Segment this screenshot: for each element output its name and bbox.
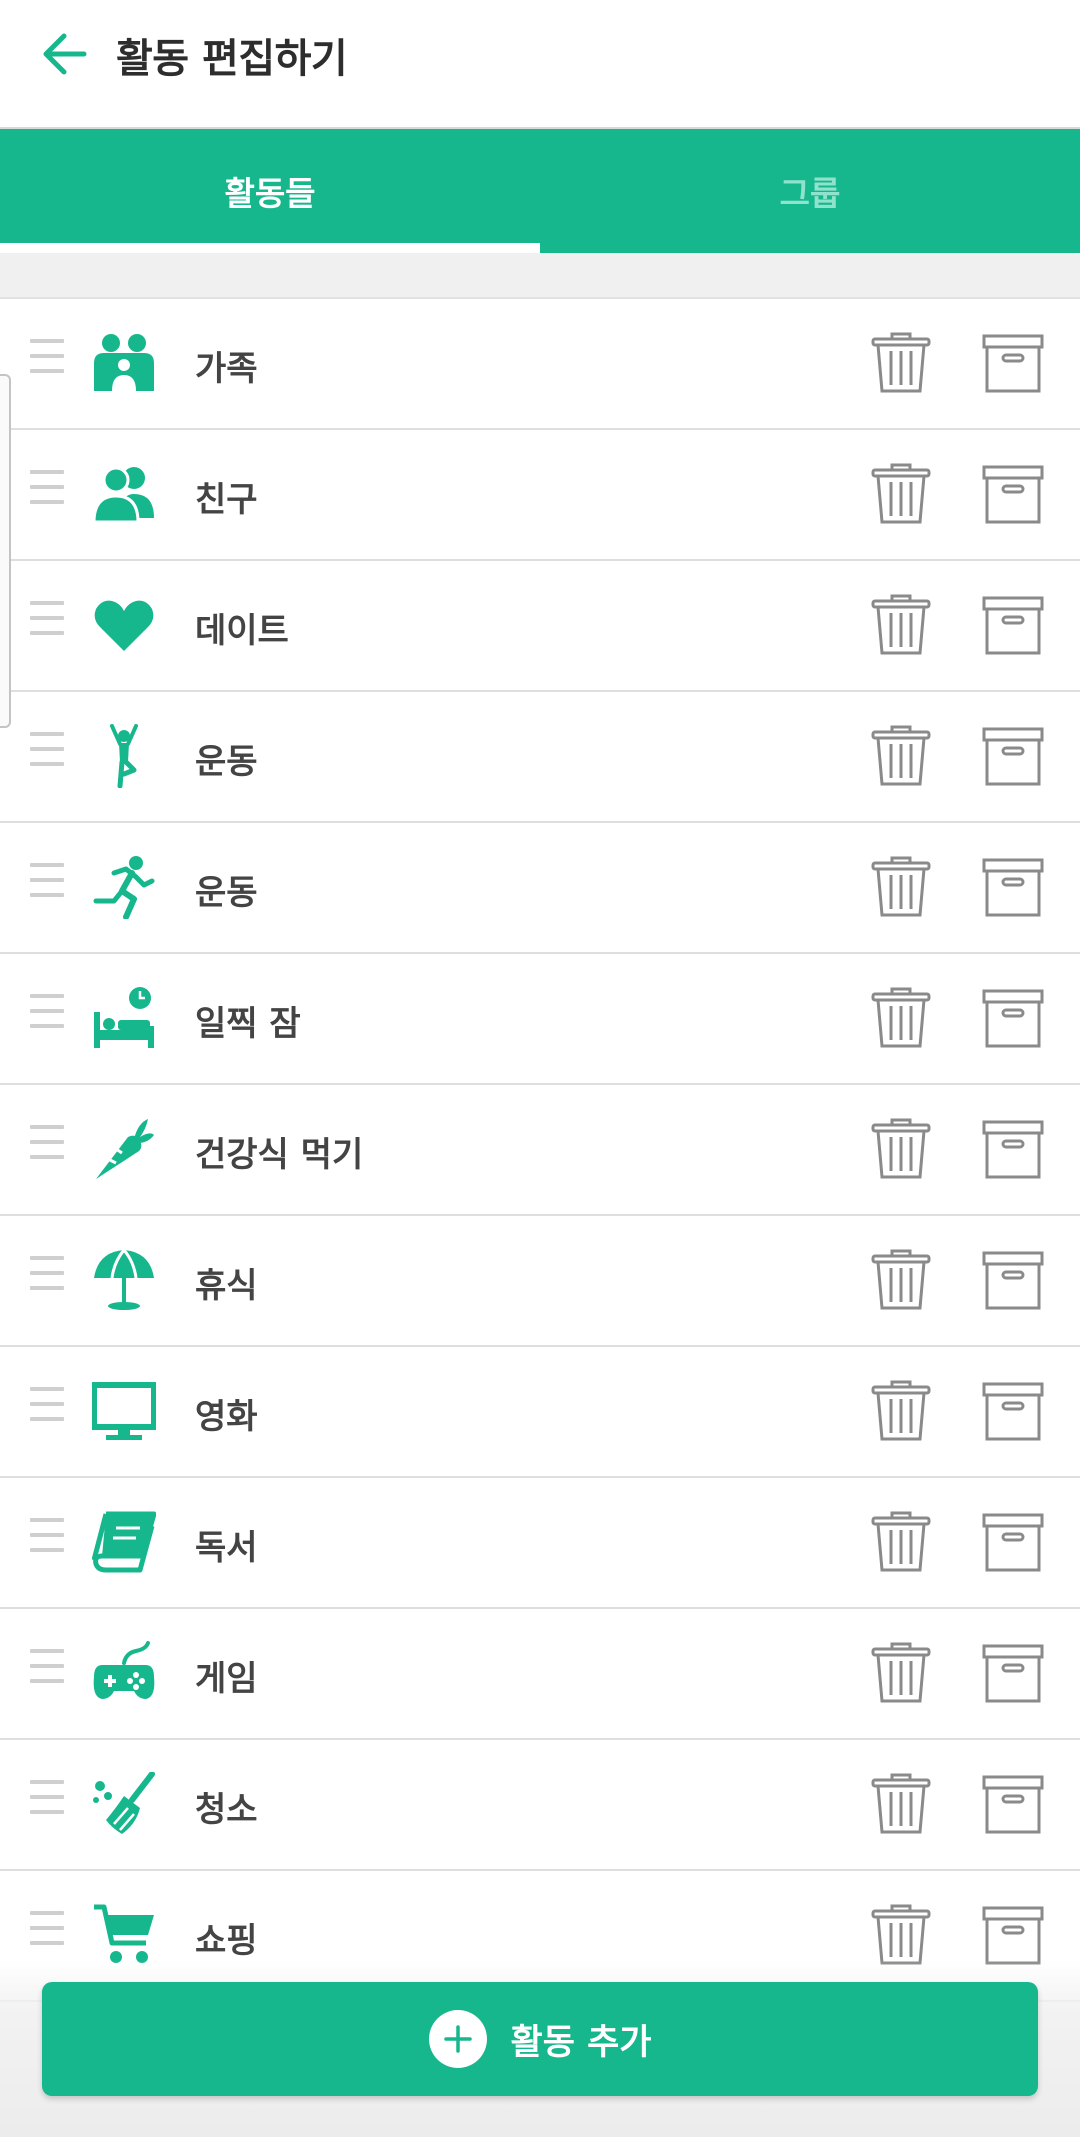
- activity-label: 건강식 먹기: [195, 1135, 364, 1175]
- beach-umbrella-icon: [94, 1249, 154, 1310]
- archive-icon[interactable]: [982, 1119, 1044, 1179]
- trash-icon[interactable]: [870, 1117, 932, 1181]
- trash-icon[interactable]: [870, 855, 932, 919]
- activity-label: 데이트: [195, 611, 289, 651]
- book-icon: [92, 1511, 156, 1573]
- activity-label: 게임: [195, 1659, 258, 1699]
- activity-label: 휴식: [195, 1266, 258, 1306]
- yoga-icon: [110, 724, 138, 788]
- cart-icon: [94, 1904, 154, 1963]
- drag-handle-icon[interactable]: [30, 732, 64, 776]
- list-item[interactable]: 독서: [0, 1478, 1080, 1609]
- activity-label: 운동: [195, 742, 258, 782]
- tab-groups[interactable]: 그룹: [540, 129, 1080, 253]
- list-spacer: [0, 253, 1080, 299]
- list-item[interactable]: 일찍 잠: [0, 954, 1080, 1085]
- drag-handle-icon[interactable]: [30, 601, 64, 645]
- archive-icon[interactable]: [982, 1381, 1044, 1441]
- activity-label: 일찍 잠: [195, 1004, 301, 1044]
- drag-handle-icon[interactable]: [30, 1649, 64, 1693]
- archive-icon[interactable]: [982, 333, 1044, 393]
- trash-icon[interactable]: [870, 1510, 932, 1574]
- running-icon: [93, 856, 155, 919]
- trash-icon[interactable]: [870, 1379, 932, 1443]
- back-button[interactable]: [32, 22, 96, 86]
- add-activity-label: 활동 추가: [510, 2022, 652, 2063]
- list-item[interactable]: 게임: [0, 1609, 1080, 1740]
- tab-indicator: [0, 243, 540, 253]
- archive-icon[interactable]: [982, 595, 1044, 655]
- list-item[interactable]: 영화: [0, 1347, 1080, 1478]
- broom-icon: [93, 1772, 155, 1834]
- carrot-icon: [96, 1119, 154, 1179]
- list-item[interactable]: 휴식: [0, 1216, 1080, 1347]
- archive-icon[interactable]: [982, 464, 1044, 524]
- archive-icon[interactable]: [982, 1643, 1044, 1703]
- archive-icon[interactable]: [982, 726, 1044, 786]
- archive-icon[interactable]: [982, 1905, 1044, 1965]
- list-item[interactable]: 데이트: [0, 561, 1080, 692]
- activity-label: 쇼핑: [195, 1921, 258, 1961]
- gamepad-icon: [93, 1641, 155, 1699]
- tab-groups-label: 그룹: [779, 174, 841, 213]
- archive-icon[interactable]: [982, 988, 1044, 1048]
- heart-icon: [94, 600, 154, 651]
- drag-handle-icon[interactable]: [30, 1125, 64, 1169]
- activity-label: 청소: [195, 1790, 258, 1830]
- list-item[interactable]: 가족: [0, 299, 1080, 430]
- list-item[interactable]: 청소: [0, 1740, 1080, 1871]
- archive-icon[interactable]: [982, 1512, 1044, 1572]
- trash-icon[interactable]: [870, 1248, 932, 1312]
- list-item[interactable]: 친구: [0, 430, 1080, 561]
- archive-icon[interactable]: [982, 1774, 1044, 1834]
- trash-icon[interactable]: [870, 986, 932, 1050]
- add-activity-button[interactable]: 활동 추가: [42, 1982, 1038, 2096]
- tab-activities-label: 활동들: [224, 174, 316, 213]
- drag-handle-icon[interactable]: [30, 1780, 64, 1824]
- trash-icon[interactable]: [870, 724, 932, 788]
- drag-handle-icon[interactable]: [30, 470, 64, 514]
- activity-label: 운동: [195, 873, 258, 913]
- drag-handle-icon[interactable]: [30, 863, 64, 907]
- drag-handle-icon[interactable]: [30, 1911, 64, 1955]
- tab-bar: 활동들 그룹: [0, 129, 1080, 253]
- arrow-left-icon: [43, 33, 87, 75]
- trash-icon[interactable]: [870, 1772, 932, 1836]
- activity-label: 가족: [195, 349, 258, 389]
- trash-icon[interactable]: [870, 593, 932, 657]
- list-item[interactable]: 건강식 먹기: [0, 1085, 1080, 1216]
- bed-clock-icon: [94, 987, 154, 1048]
- activity-label: 독서: [195, 1528, 258, 1568]
- drag-handle-icon[interactable]: [30, 1518, 64, 1562]
- plus-circle-icon: [428, 2010, 487, 2068]
- drag-handle-icon[interactable]: [30, 1256, 64, 1300]
- drag-handle-icon[interactable]: [30, 994, 64, 1038]
- app-header: 활동 편집하기: [0, 0, 1080, 129]
- drag-handle-icon[interactable]: [30, 1387, 64, 1431]
- trash-icon[interactable]: [870, 1903, 932, 1967]
- trash-icon[interactable]: [870, 462, 932, 526]
- family-icon: [94, 334, 154, 391]
- tab-activities[interactable]: 활동들: [0, 129, 540, 253]
- activity-list: 가족 친구 데이트 운동 운동 일찍 잠 건강식 먹기 휴식 영화 독서 게임 …: [0, 299, 1080, 2002]
- trash-icon[interactable]: [870, 331, 932, 395]
- activity-label: 영화: [195, 1397, 258, 1437]
- list-item[interactable]: 운동: [0, 823, 1080, 954]
- scrollbar[interactable]: [0, 374, 11, 728]
- trash-icon[interactable]: [870, 1641, 932, 1705]
- friends-icon: [92, 466, 154, 524]
- archive-icon[interactable]: [982, 1250, 1044, 1310]
- archive-icon[interactable]: [982, 857, 1044, 917]
- page-title: 활동 편집하기: [116, 36, 348, 82]
- list-item[interactable]: 운동: [0, 692, 1080, 823]
- activity-label: 친구: [195, 480, 258, 520]
- drag-handle-icon[interactable]: [30, 339, 64, 383]
- monitor-icon: [92, 1382, 156, 1440]
